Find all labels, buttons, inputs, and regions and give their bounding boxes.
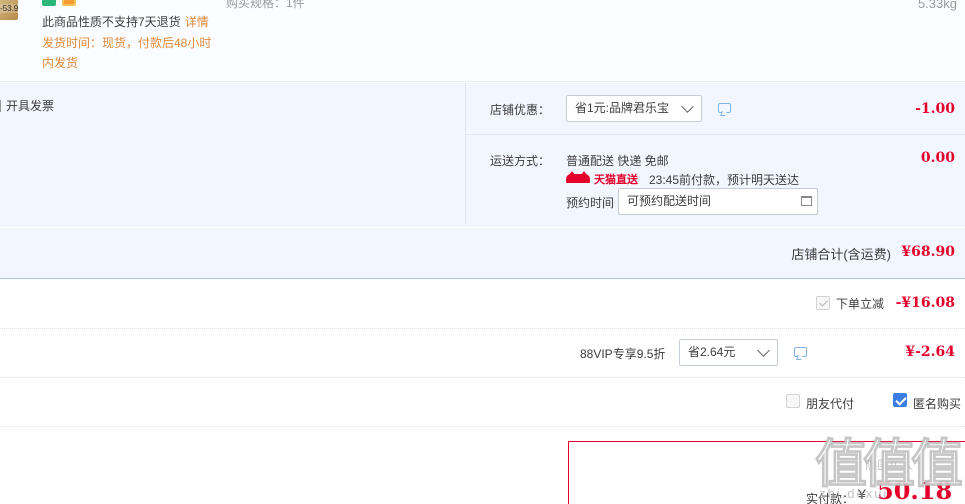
product-strip: -53.9 购买规格：1件 5.33kg 此商品性质不支持7天退货 详情 发货时间… <box>0 0 965 82</box>
product-weight: 5.33kg <box>917 0 957 11</box>
watermark-url: zhi.dexui <box>819 486 889 501</box>
instant-discount-value: -¥16.08 <box>895 295 955 311</box>
shop-discount-value: -1.00 <box>915 101 955 117</box>
delivery-method: 普通配送 快递 免邮 <box>566 154 669 168</box>
shop-discount-select-value: 省1元:品牌君乐宝 <box>575 101 670 115</box>
divider <box>465 83 466 224</box>
pay-options-row: 朋友代付 匿名购买 <box>0 378 965 427</box>
instant-discount-row: 下单立减 -¥16.08 <box>0 280 965 329</box>
ship-time-text: 发货时间：现货，付款后48小时内发货 <box>42 36 212 70</box>
chevron-down-icon <box>757 344 770 357</box>
shop-total-label: 店铺合计(含运费) <box>791 247 891 262</box>
invoice-label: 开具发票 <box>6 99 55 113</box>
instant-discount-label: 下单立减 <box>836 297 885 311</box>
message-icon[interactable] <box>718 103 731 113</box>
chevron-down-icon <box>681 100 694 113</box>
vip-discount-select-value: 省2.64元 <box>688 345 736 359</box>
vip-discount-value: ¥-2.64 <box>905 344 955 360</box>
appointment-label: 预约时间 <box>566 196 615 210</box>
thumbnail-price-tag: -53.9 <box>0 4 19 13</box>
shop-discount-label: 店铺优惠： <box>490 103 551 117</box>
promo-badge-icon <box>62 0 76 6</box>
shop-total-row: 店铺合计(含运费) ¥68.90 <box>0 228 965 279</box>
tmall-cat-icon <box>566 171 590 183</box>
delivery-fee: 0.00 <box>920 150 955 166</box>
invoice-option[interactable]: 开具发票 <box>0 97 54 114</box>
calendar-icon[interactable] <box>801 196 812 206</box>
tmall-direct-logo: 天猫直送 <box>566 171 640 186</box>
shop-total-value: ¥68.90 <box>901 244 955 260</box>
instant-discount-checkbox[interactable] <box>816 296 830 310</box>
return-policy-text: 此商品性质不支持7天退货 <box>42 15 181 29</box>
friend-pay-checkbox[interactable] <box>786 394 800 408</box>
tmall-logo-text: 天猫直送 <box>594 174 638 186</box>
anonymous-label: 匿名购买 <box>913 397 962 411</box>
anonymous-checkbox[interactable] <box>893 393 907 407</box>
product-thumbnail[interactable]: -53.9 <box>0 0 19 20</box>
vip-discount-row: 88VIP专享9.5折 省2.64元 ¥-2.64 <box>0 329 965 378</box>
detail-link[interactable]: 详情 <box>185 15 209 29</box>
service-badge-icon <box>42 0 56 6</box>
delivery-promise: 23:45前付款，预计明天送达 <box>649 173 800 187</box>
return-policy-notice: 此商品性质不支持7天退货 详情 <box>42 13 209 30</box>
shop-options-panel: 开具发票 店铺优惠： 省1元:品牌君乐宝 -1.00 运送方式： 普通配送 快递… <box>0 83 965 227</box>
divider <box>466 134 965 135</box>
appointment-time-input[interactable]: 可预约配送时间 <box>618 188 818 215</box>
appointment-placeholder: 可预约配送时间 <box>627 194 712 208</box>
shop-discount-select[interactable]: 省1元:品牌君乐宝 <box>566 95 702 122</box>
message-icon[interactable] <box>794 347 807 357</box>
invoice-checkbox[interactable] <box>0 100 1 112</box>
friend-pay-label: 朋友代付 <box>806 397 855 411</box>
purchase-spec: 购买规格：1件 <box>226 0 305 10</box>
vip-discount-select[interactable]: 省2.64元 <box>679 339 778 366</box>
delivery-label: 运送方式： <box>490 154 551 168</box>
vip-discount-label: 88VIP专享9.5折 <box>580 347 666 361</box>
